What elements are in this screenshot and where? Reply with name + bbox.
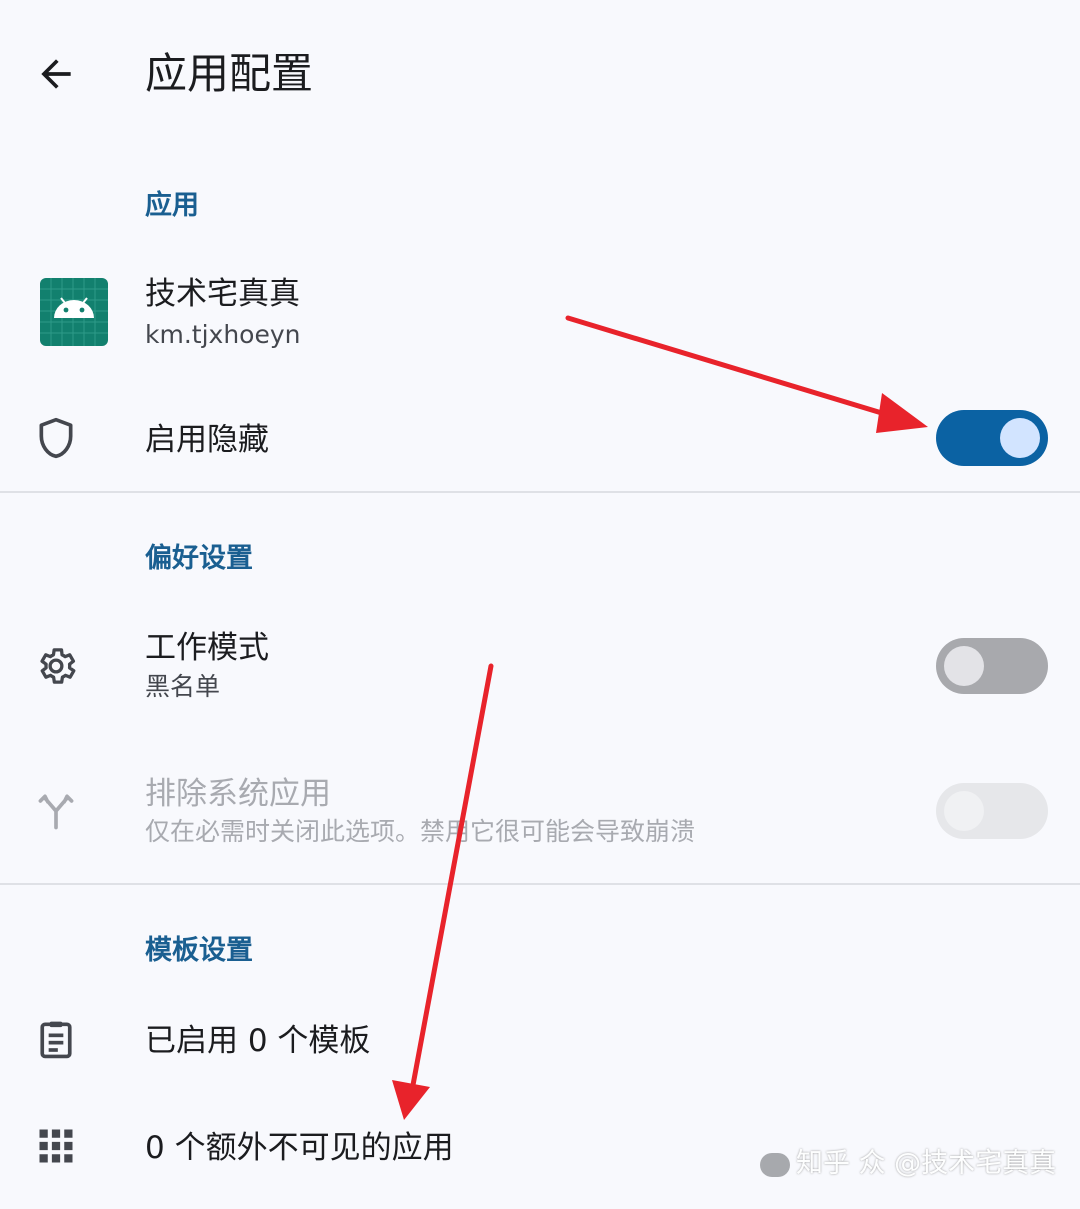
gear-icon	[34, 644, 78, 688]
fork-icon	[34, 789, 78, 833]
shield-icon	[34, 416, 78, 460]
section-title-templates: 模板设置	[145, 935, 253, 966]
app-icon	[40, 278, 108, 346]
wechat-icon	[760, 1152, 790, 1177]
switch-knob	[944, 646, 984, 686]
switch-knob	[944, 791, 984, 831]
exclude-system-switch[interactable]	[936, 783, 1048, 839]
watermark-text: 知乎 众 @技术宅真真	[796, 1148, 1057, 1179]
exclude-system-desc: 仅在必需时关闭此选项。禁用它很可能会导致崩溃	[145, 817, 696, 846]
watermark: 知乎 众 @技术宅真真	[760, 1146, 1056, 1182]
work-mode-label: 工作模式	[145, 630, 269, 666]
apps-grid-icon	[34, 1124, 78, 1168]
page-title: 应用配置	[145, 49, 314, 98]
clipboard-icon	[34, 1017, 78, 1061]
work-mode-switch[interactable]	[936, 638, 1048, 694]
divider	[0, 883, 1080, 885]
divider	[0, 491, 1080, 493]
exclude-system-label: 排除系统应用	[145, 776, 331, 812]
enable-hide-switch[interactable]	[936, 410, 1048, 466]
back-button[interactable]	[34, 52, 78, 96]
enable-hide-label: 启用隐藏	[145, 422, 269, 458]
extra-apps-label: 0 个额外不可见的应用	[145, 1130, 454, 1166]
section-title-prefs: 偏好设置	[145, 543, 253, 574]
app-name: 技术宅真真	[145, 276, 300, 312]
app-package: km.tjxhoeyn	[145, 320, 301, 349]
android-robot-icon	[40, 278, 108, 346]
enabled-templates-label: 已启用 0 个模板	[145, 1023, 371, 1059]
work-mode-value: 黑名单	[145, 672, 221, 701]
switch-knob	[1000, 418, 1040, 458]
arrow-back-icon	[41, 59, 71, 89]
section-title-app: 应用	[145, 190, 199, 221]
